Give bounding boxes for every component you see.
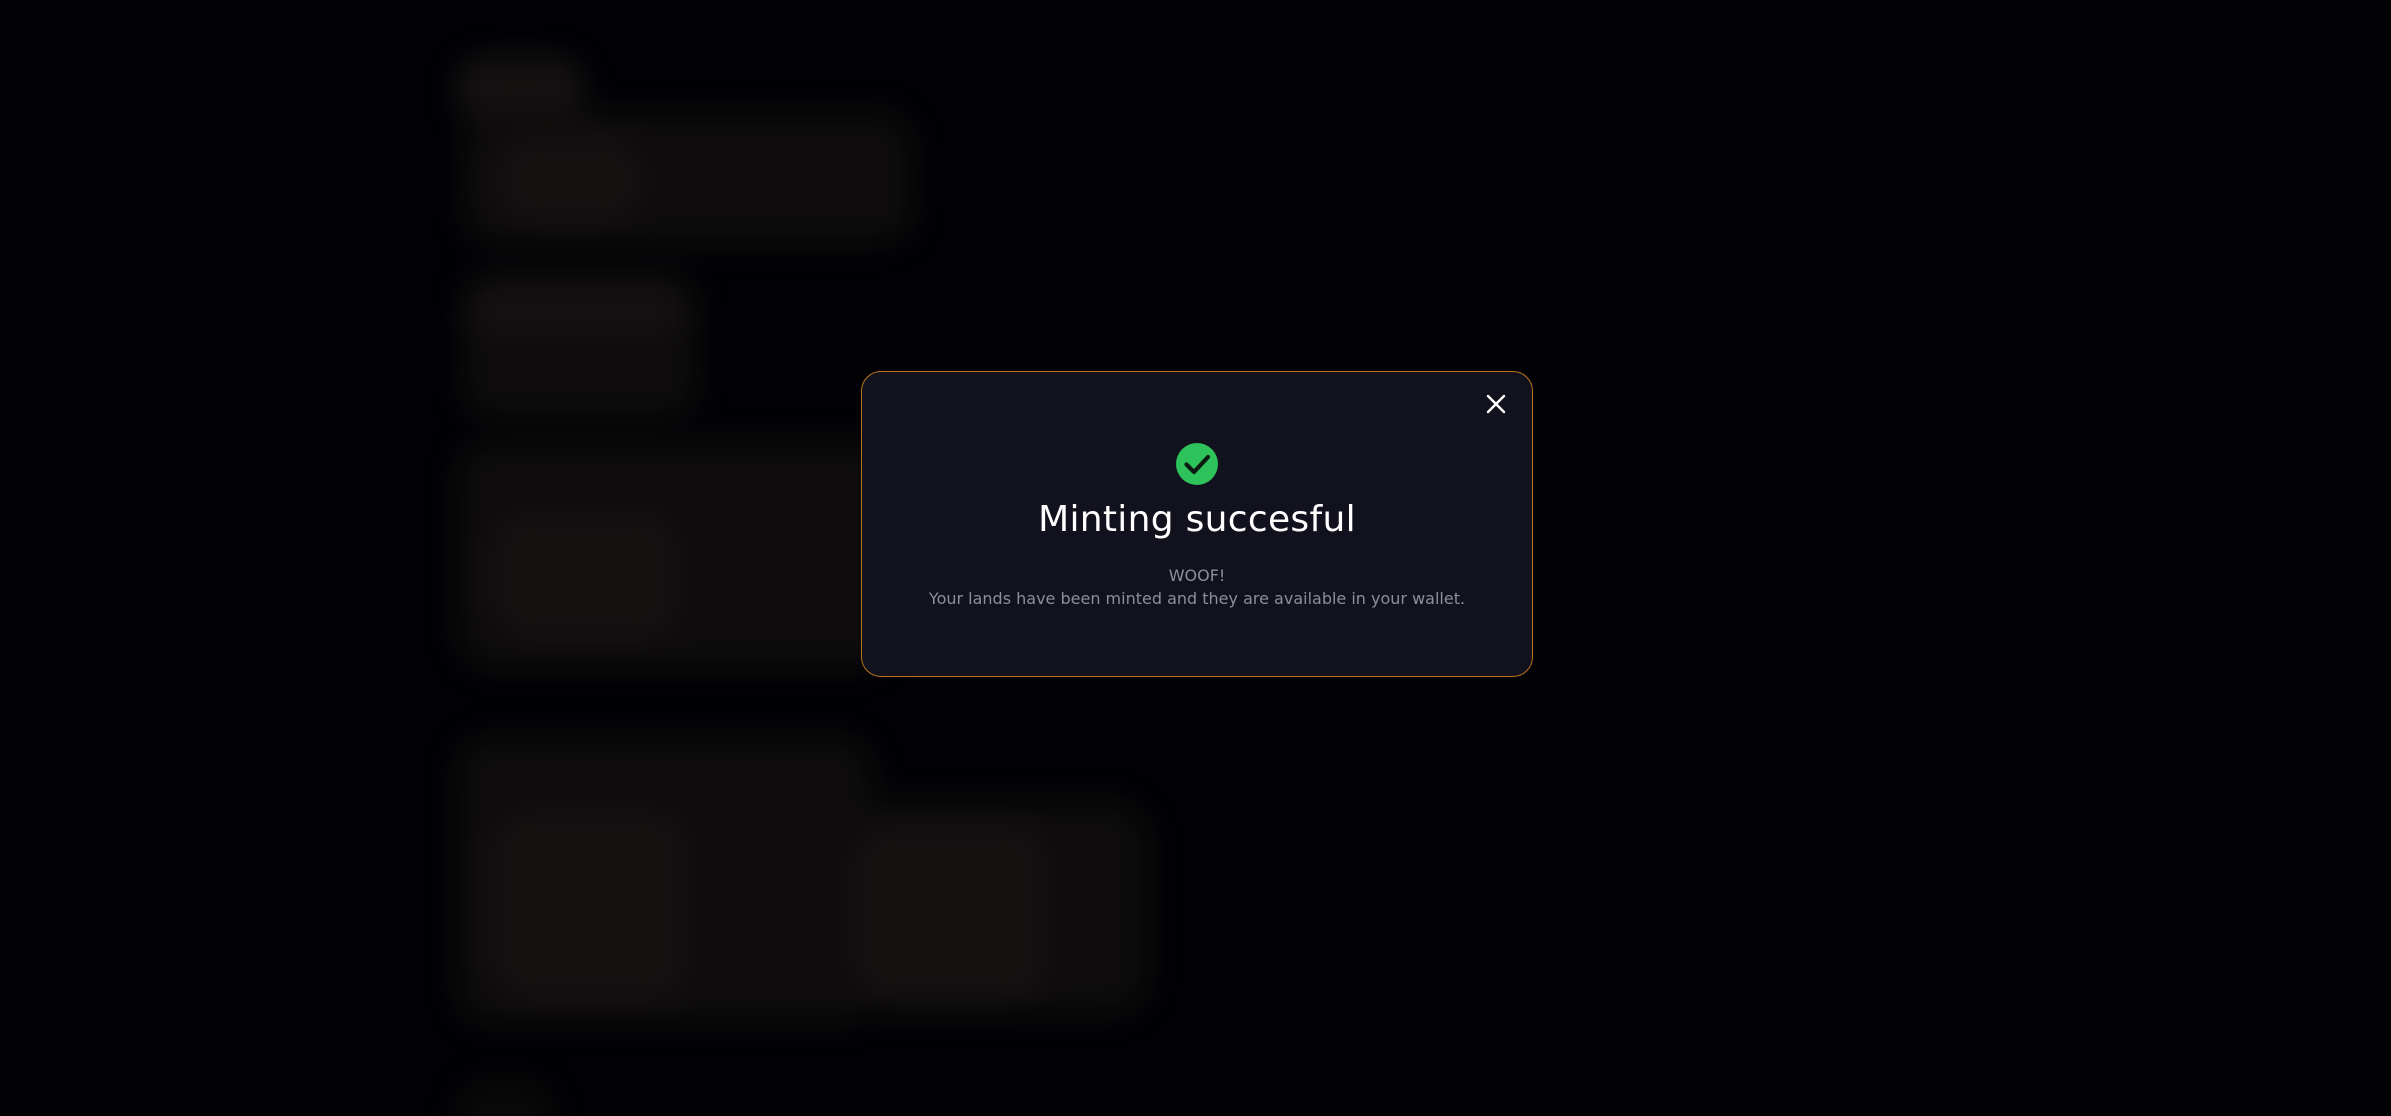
page: Minting succesful WOOF! Your lands have …: [0, 0, 2391, 1116]
check-circle-icon: [1175, 442, 1219, 486]
modal-title: Minting succesful: [1038, 499, 1356, 540]
modal-message-line-2: Your lands have been minted and they are…: [928, 589, 1466, 608]
close-button[interactable]: [1482, 390, 1510, 418]
close-icon: [1482, 390, 1510, 418]
modal-message: WOOF! Your lands have been minted and th…: [862, 564, 1532, 610]
minting-success-modal: Minting succesful WOOF! Your lands have …: [861, 371, 1533, 677]
modal-message-line-1: WOOF!: [1168, 566, 1226, 585]
